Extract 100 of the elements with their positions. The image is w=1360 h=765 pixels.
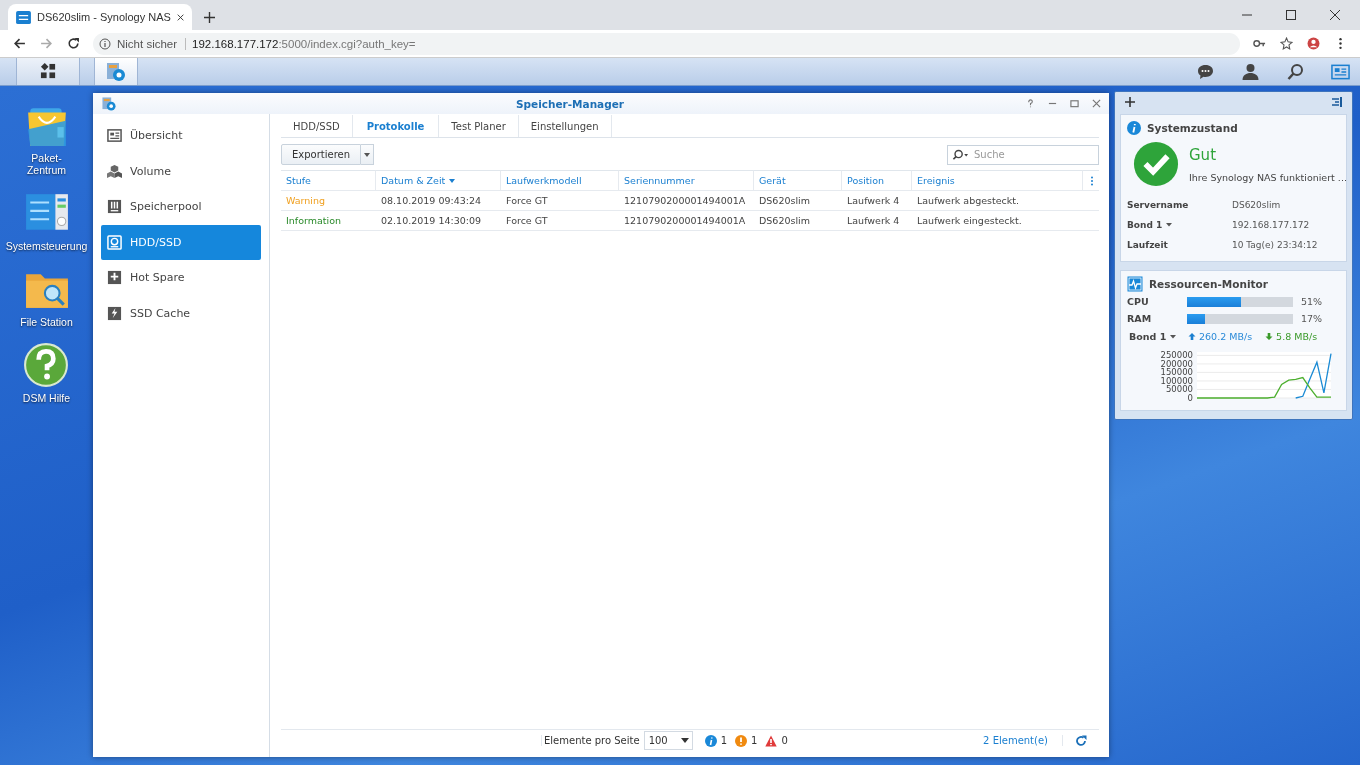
item-count: 2 Element(e) <box>983 735 1063 746</box>
main-menu-button[interactable] <box>16 58 80 85</box>
export-button[interactable]: Exportieren <box>281 144 362 165</box>
browser-tab[interactable]: DS620slim - Synology NAS <box>8 4 192 30</box>
sidebar-item[interactable]: Übersicht <box>101 118 261 154</box>
meter-label: RAM <box>1127 313 1153 324</box>
grid-icon <box>39 63 57 80</box>
meter-reading: 51% <box>1301 296 1323 307</box>
sidebar-item[interactable]: SSD Cache <box>101 295 261 331</box>
column-menu-icon[interactable] <box>1090 175 1094 186</box>
column-header[interactable]: Position <box>842 170 912 191</box>
widget-title: Systemzustand <box>1147 122 1238 134</box>
tab[interactable]: HDD/SSD <box>281 115 353 137</box>
caret-icon[interactable] <box>1166 223 1173 227</box>
down-arrow-icon <box>1265 333 1274 340</box>
add-icon[interactable] <box>1124 96 1136 108</box>
alert-triangle-icon[interactable] <box>765 734 778 747</box>
address-field[interactable]: Nicht sicher 192.168.177.172:5000/index.cgi?auth_key= <box>93 32 1240 55</box>
desktop-icon-label[interactable]: File Station <box>20 316 73 329</box>
lightning-icon <box>107 305 122 321</box>
close-icon[interactable] <box>1330 10 1340 20</box>
storage-app-icon <box>101 95 117 112</box>
monitor-icon <box>1127 276 1143 292</box>
search-field[interactable]: Suche <box>947 144 1099 165</box>
help-icon[interactable] <box>23 342 70 389</box>
dropdown-label[interactable]: Bond 1 <box>1129 331 1167 342</box>
back-icon[interactable] <box>13 37 26 50</box>
meter-reading: 17% <box>1301 313 1323 324</box>
caret-icon <box>364 152 371 157</box>
search-icon[interactable] <box>952 148 969 161</box>
column-header[interactable]: Seriennummer <box>619 170 754 191</box>
storage-app-icon <box>105 60 127 83</box>
close-icon[interactable] <box>176 12 184 22</box>
profile-icon[interactable] <box>1307 37 1320 50</box>
url-text: 192.168.177.172:5000/index.cgi?auth_key= <box>192 37 416 50</box>
help-icon[interactable] <box>1026 99 1035 108</box>
bars-icon <box>107 199 122 215</box>
chat-icon[interactable] <box>1196 62 1215 81</box>
tab-title: DS620slim - Synology NAS <box>37 11 171 23</box>
column-header[interactable]: Ereignis <box>912 170 1083 191</box>
axis-label: 100000 <box>1160 375 1193 386</box>
caret-icon[interactable] <box>1170 334 1177 339</box>
cubes-icon <box>107 163 122 179</box>
search-icon[interactable] <box>1286 62 1305 81</box>
favicon-logo <box>16 10 31 24</box>
page-size-select[interactable]: 100 <box>643 731 693 750</box>
status-message: Ihre Synology NAS funktioniert ... <box>1189 171 1347 183</box>
dropdown-label[interactable]: Bond 1 <box>1127 220 1163 230</box>
tab[interactable]: Einstellungen <box>518 115 612 137</box>
sidebar-item[interactable]: Hot Spare <box>101 260 261 296</box>
sidebar-item[interactable]: HDD/SSD <box>101 224 261 260</box>
status-text: Gut <box>1189 145 1217 164</box>
tab[interactable]: Test Planer <box>439 115 519 137</box>
maximize-icon[interactable] <box>1286 10 1296 20</box>
axis-label: 250000 <box>1160 350 1193 361</box>
info-value: 10 Tag(e) 23:34:12 <box>1232 240 1318 250</box>
sidebar-item[interactable]: Speicherpool <box>101 189 261 225</box>
up-arrow-icon <box>1188 333 1196 340</box>
column-header[interactable]: Stufe <box>281 170 376 191</box>
sidebar-item[interactable]: Volume <box>101 153 261 189</box>
key-icon[interactable] <box>1253 37 1266 50</box>
upload-rate: 260.2 MB/s <box>1199 331 1253 342</box>
user-icon[interactable] <box>1241 62 1260 81</box>
storage-manager-taskbar-button[interactable] <box>94 58 138 85</box>
caret-icon <box>680 737 689 744</box>
card-icon <box>107 128 122 144</box>
count-label: 1 <box>720 735 727 746</box>
per-page-label: Elemente pro Seite <box>541 735 640 746</box>
info-icon[interactable] <box>99 37 111 50</box>
info-icon[interactable] <box>704 734 717 747</box>
star-icon[interactable] <box>1280 37 1293 50</box>
new-tab-icon[interactable] <box>204 12 215 23</box>
info-value: 192.168.177.172 <box>1232 220 1310 230</box>
table-row[interactable]: Warning 08.10.2019 09:43:24 Force GT 1210790200001494001A DS620slim Laufwerk 4 Laufwerk abgesteckt. <box>281 191 1099 211</box>
desktop-icon-label[interactable]: Paket- Zentrum <box>26 152 67 177</box>
export-dropdown-button[interactable] <box>361 144 375 165</box>
info-value: DS620slim <box>1232 200 1281 210</box>
count-label: 1 <box>751 735 758 746</box>
desktop-icon-label[interactable]: Systemsteuerung <box>5 240 88 253</box>
column-header[interactable]: Laufwerkmodell <box>501 170 619 191</box>
tab[interactable]: Protokolle <box>352 115 440 137</box>
desktop-icon-label[interactable]: DSM Hilfe <box>22 392 71 405</box>
download-rate: 5.8 MB/s <box>1276 331 1318 342</box>
widgets-icon[interactable] <box>1331 62 1350 81</box>
check-icon <box>1133 141 1179 187</box>
axis-label: 200000 <box>1160 358 1193 369</box>
axis-label: 0 <box>1187 393 1193 403</box>
widget-title: Ressourcen-Monitor <box>1149 278 1268 290</box>
table-row[interactable]: Information 02.10.2019 14:30:09 Force GT 1210790200001494001A DS620slim Laufwerk 4 Laufwerk eingesteckt. <box>281 211 1099 231</box>
count-label: 0 <box>781 735 788 746</box>
axis-label: 50000 <box>1165 384 1193 395</box>
reload-icon[interactable] <box>67 37 80 50</box>
security-label: Nicht sicher <box>117 37 187 50</box>
info-label: Laufzeit <box>1127 240 1168 250</box>
column-header[interactable]: Gerät <box>754 170 842 191</box>
info-label: Servername <box>1127 200 1189 210</box>
column-header[interactable]: Datum & Zeit <box>376 170 501 191</box>
refresh-icon[interactable] <box>1075 734 1087 747</box>
meter-label: CPU <box>1127 296 1150 307</box>
pin-icon[interactable] <box>1331 96 1343 108</box>
